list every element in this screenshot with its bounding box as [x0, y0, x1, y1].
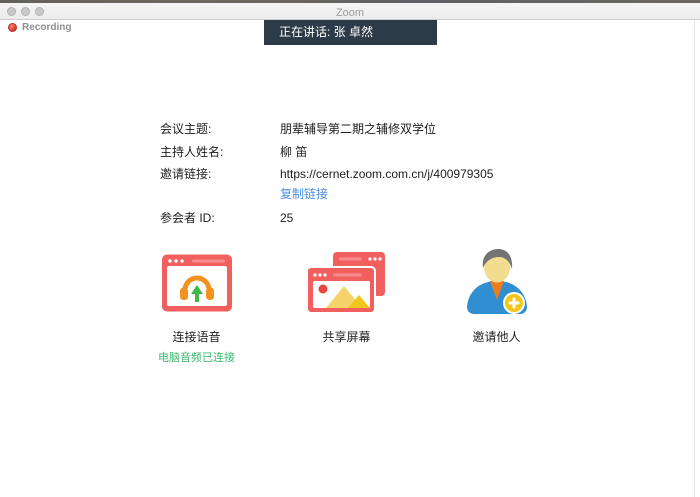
invite-link-url: https://cernet.zoom.com.cn/j/400979305 [280, 166, 493, 182]
right-border-line [694, 20, 695, 497]
host-name-label: 主持人姓名: [160, 144, 280, 160]
recording-indicator: Recording [8, 22, 71, 33]
participant-id-label: 参会者 ID: [160, 210, 280, 226]
share-screen-button[interactable]: 共享屏幕 [286, 246, 407, 345]
window-titlebar: Zoom [0, 3, 700, 20]
invite-others-button[interactable]: 邀请他人 [436, 246, 557, 345]
copy-link-button[interactable]: 复制链接 [280, 186, 328, 202]
copy-link-spacer [160, 186, 280, 202]
traffic-lights [7, 7, 44, 16]
host-name-value: 柳 笛 [280, 144, 307, 160]
share-screen-label: 共享屏幕 [286, 328, 407, 345]
close-button[interactable] [7, 7, 16, 16]
invite-others-label: 邀请他人 [436, 328, 557, 345]
share-screen-icon [286, 246, 407, 320]
window-title: Zoom [0, 6, 700, 21]
meeting-topic-row: 会议主题: 朋辈辅导第二期之辅修双学位 [160, 121, 493, 137]
participant-id-value: 25 [280, 210, 293, 226]
meeting-topic-value: 朋辈辅导第二期之辅修双学位 [280, 121, 436, 137]
invite-person-icon [436, 246, 557, 320]
meeting-info-panel: 会议主题: 朋辈辅导第二期之辅修双学位 主持人姓名: 柳 笛 邀请链接: htt… [160, 121, 493, 226]
meeting-topic-label: 会议主题: [160, 121, 280, 137]
zoom-button[interactable] [35, 7, 44, 16]
minimize-button[interactable] [21, 7, 30, 16]
zoom-window: Zoom Recording 正在讲话: 张 卓然 会议主题: 朋辈辅导第二期之… [0, 0, 700, 497]
connect-audio-button[interactable]: 连接语音 电脑音频已连接 [136, 246, 257, 365]
active-speaker-banner: 正在讲话: 张 卓然 [264, 20, 437, 45]
invite-link-row: 邀请链接: https://cernet.zoom.com.cn/j/40097… [160, 166, 493, 182]
connect-audio-label: 连接语音 [136, 328, 257, 345]
invite-link-label: 邀请链接: [160, 166, 280, 182]
copy-link-row: 复制链接 [160, 186, 493, 202]
participant-id-row: 参会者 ID: 25 [160, 210, 493, 226]
recording-dot-icon [8, 23, 17, 32]
audio-window-icon [136, 246, 257, 320]
recording-label: Recording [22, 22, 71, 33]
audio-connected-status: 电脑音频已连接 [136, 349, 257, 365]
host-name-row: 主持人姓名: 柳 笛 [160, 144, 493, 160]
